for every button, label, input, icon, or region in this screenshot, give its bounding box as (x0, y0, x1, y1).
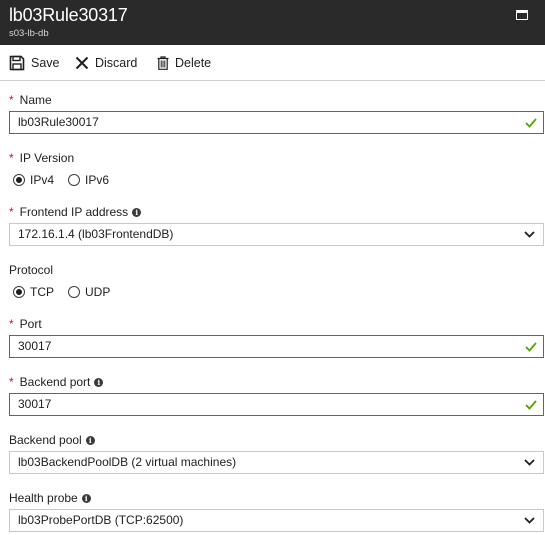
port-input[interactable]: 30017 (9, 335, 544, 358)
info-icon[interactable]: i (132, 207, 142, 217)
radio-ipv4[interactable]: IPv4 (13, 173, 54, 187)
name-label: * Name (9, 93, 52, 107)
blade-title: lb03Rule30317 (9, 5, 128, 25)
radio-udp-label: UDP (85, 285, 111, 299)
backend-pool-value: lb03BackendPoolDB (2 virtual machines) (18, 455, 237, 469)
required-star: * (9, 375, 14, 389)
name-input-value: lb03Rule30017 (18, 115, 99, 129)
ip-version-label: * IP Version (9, 151, 74, 165)
checkmark-icon (525, 342, 537, 352)
frontend-ip-label-text: Frontend IP address (19, 205, 129, 219)
frontend-ip-value: 172.16.1.4 (lb03FrontendDB) (18, 227, 174, 241)
frontend-ip-label: * Frontend IP address i (9, 205, 142, 219)
radio-selected-icon (13, 174, 25, 186)
discard-label: Discard (95, 56, 138, 70)
command-bar: Save Discard Delete (0, 45, 545, 81)
ip-version-label-text: IP Version (19, 151, 75, 165)
backend-pool-select[interactable]: lb03BackendPoolDB (2 virtual machines) (9, 451, 544, 474)
checkmark-icon (525, 118, 537, 128)
info-icon[interactable]: i (85, 435, 95, 445)
radio-tcp-label: TCP (30, 285, 54, 299)
required-star: * (9, 317, 14, 331)
backend-port-label: * Backend port i (9, 375, 104, 389)
backend-port-input[interactable]: 30017 (9, 393, 544, 416)
radio-udp[interactable]: UDP (68, 285, 110, 299)
required-star: * (9, 205, 14, 219)
close-icon (75, 56, 89, 70)
port-label: * Port (9, 317, 42, 331)
backend-pool-label-text: Backend pool (9, 433, 82, 447)
radio-unselected-icon (68, 286, 80, 298)
port-input-value: 30017 (18, 339, 52, 353)
save-button[interactable]: Save (9, 54, 60, 72)
info-icon[interactable]: i (81, 493, 91, 503)
radio-tcp[interactable]: TCP (13, 285, 54, 299)
name-input[interactable]: lb03Rule30017 (9, 111, 544, 134)
ip-version-radio-group: IPv4 IPv6 (13, 173, 123, 187)
trash-icon (157, 56, 169, 70)
health-probe-label: Health probe i (9, 491, 91, 505)
delete-label: Delete (175, 56, 212, 70)
radio-ipv6[interactable]: IPv6 (68, 173, 109, 187)
backend-port-input-value: 30017 (18, 397, 52, 411)
health-probe-value: lb03ProbePortDB (TCP:62500) (18, 513, 184, 527)
protocol-radio-group: TCP UDP (13, 285, 124, 299)
chevron-down-icon (524, 231, 535, 238)
blade-subtitle: s03-lb-db (9, 28, 49, 39)
backend-port-label-text: Backend port (19, 375, 91, 389)
discard-button[interactable]: Discard (75, 54, 137, 72)
protocol-label: Protocol (9, 263, 53, 277)
name-label-text: Name (19, 93, 52, 107)
required-star: * (9, 151, 14, 165)
radio-unselected-icon (68, 174, 81, 186)
chevron-down-icon (524, 517, 535, 524)
health-probe-label-text: Health probe (9, 491, 78, 505)
health-probe-select[interactable]: lb03ProbePortDB (TCP:62500) (9, 509, 544, 532)
port-label-text: Port (19, 317, 42, 331)
checkmark-icon (525, 400, 537, 410)
blade-header: lb03Rule30317 s03-lb-db (0, 0, 545, 45)
frontend-ip-select[interactable]: 172.16.1.4 (lb03FrontendDB) (9, 223, 544, 246)
protocol-label-text: Protocol (9, 263, 54, 277)
delete-button[interactable]: Delete (157, 54, 211, 72)
backend-pool-label: Backend pool i (9, 433, 95, 447)
radio-ipv6-label: IPv6 (85, 173, 110, 187)
save-label: Save (31, 56, 60, 70)
info-icon[interactable]: i (94, 377, 104, 387)
radio-selected-icon (13, 286, 25, 298)
chevron-down-icon (524, 459, 535, 466)
required-star: * (9, 93, 14, 107)
maximize-icon[interactable] (516, 10, 528, 20)
radio-ipv4-label: IPv4 (30, 173, 55, 187)
save-icon (9, 55, 25, 71)
